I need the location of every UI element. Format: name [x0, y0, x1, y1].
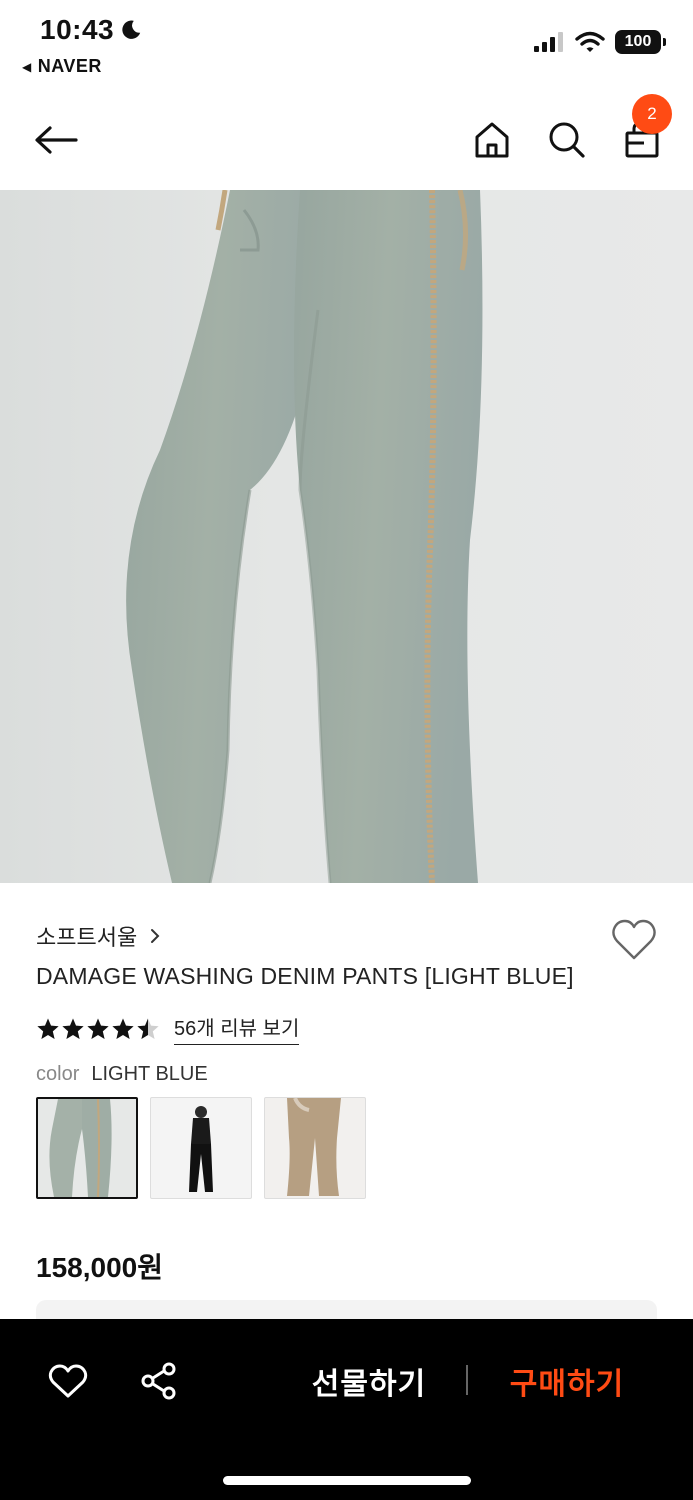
back-to-app-link[interactable]: ◀ NAVER: [22, 56, 102, 77]
star-icon: [112, 1018, 134, 1039]
swatch-black[interactable]: [150, 1097, 252, 1199]
battery-level: 100: [624, 33, 652, 50]
chevron-right-icon: [151, 929, 160, 943]
star-icon: [37, 1018, 59, 1039]
swatch-beige-image: [287, 1098, 341, 1196]
swatch-light-blue[interactable]: [36, 1097, 138, 1199]
wifi-icon: [575, 31, 605, 52]
status-bar: 10:43 ◀ NAVER 100: [0, 0, 693, 90]
star-icon: [62, 1018, 84, 1039]
status-indicators: 100: [533, 30, 666, 54]
star-rating: [36, 1017, 160, 1041]
back-triangle-icon: ◀: [22, 59, 32, 74]
color-value: LIGHT BLUE: [91, 1063, 208, 1085]
cellular-signal-icon: [534, 32, 563, 52]
buy-button[interactable]: 구매하기: [496, 1357, 638, 1405]
top-navigation: 2: [0, 92, 693, 188]
product-image[interactable]: [0, 190, 693, 883]
back-button[interactable]: [28, 112, 84, 168]
search-button[interactable]: [539, 112, 595, 168]
star-icon: [87, 1018, 109, 1039]
denim-pants-illustration: [126, 190, 483, 883]
moon-icon: [122, 20, 141, 39]
swatch-light-blue-image: [49, 1099, 112, 1197]
home-icon: [475, 122, 509, 158]
heart-outline-icon: [612, 919, 656, 960]
battery-icon: 100: [615, 30, 666, 54]
color-swatches: [36, 1097, 366, 1199]
color-row: color LIGHT BLUE: [36, 1063, 208, 1086]
wishlist-button[interactable]: [611, 918, 657, 962]
product-name: DAMAGE WASHING DENIM PANTS [LIGHT BLUE]: [36, 963, 574, 989]
clock-time: 10:43: [40, 14, 115, 45]
arrow-left-icon: [35, 126, 78, 154]
back-app-label: NAVER: [37, 56, 102, 76]
home-indicator[interactable]: [223, 1476, 471, 1485]
clock: 10:43: [40, 14, 142, 46]
rating-row: 56개 리뷰 보기: [36, 1012, 300, 1045]
heart-outline-icon: [48, 1364, 88, 1398]
color-label: color: [36, 1063, 80, 1085]
swatch-black-image: [189, 1106, 213, 1192]
home-button[interactable]: [464, 112, 520, 168]
cart-button[interactable]: 2: [614, 94, 672, 168]
bottom-divider: [466, 1365, 468, 1395]
cart-count-badge: 2: [632, 94, 672, 134]
share-button[interactable]: [137, 1359, 181, 1403]
search-icon: [549, 122, 585, 158]
star-icon: [137, 1018, 159, 1039]
brand-name: 소프트서울: [36, 925, 138, 950]
bottom-action-bar: 선물하기 구매하기: [0, 1319, 693, 1500]
bottom-wishlist-button[interactable]: [46, 1359, 90, 1403]
share-icon: [141, 1362, 176, 1400]
reviews-link[interactable]: 56개 리뷰 보기: [174, 1012, 300, 1045]
gift-button[interactable]: 선물하기: [298, 1357, 440, 1405]
price: 158,000원: [36, 1252, 163, 1283]
brand-link[interactable]: 소프트서울: [36, 920, 161, 952]
swatch-beige[interactable]: [264, 1097, 366, 1199]
